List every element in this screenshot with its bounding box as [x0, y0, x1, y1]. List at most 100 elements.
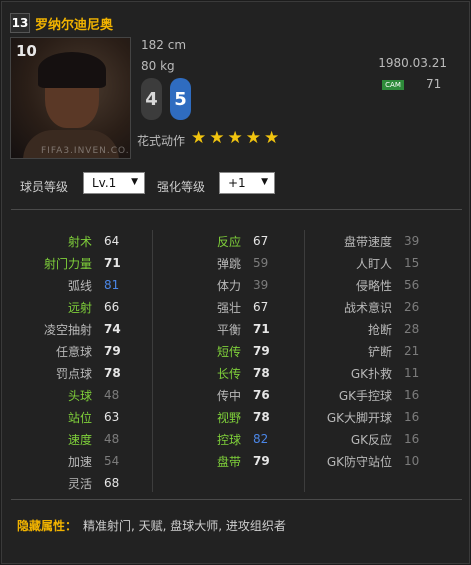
weak-foot-icon: 4: [141, 78, 162, 120]
stat-value: 78: [253, 410, 270, 424]
stat-label: 弧线: [67, 278, 92, 293]
stat-value: 79: [104, 344, 121, 358]
stats-column-defense: 盘带速度 39 人盯人 15 侵略性 56 战术意识 26 抢断 28 铲断 21 GK扑救 11 GK手控…: [312, 230, 432, 472]
hidden-attributes: 隐藏属性： 精准射门, 天赋, 盘球大师, 进攻组织者: [17, 517, 286, 534]
stat-label: 长传: [216, 366, 241, 381]
stat-row: GK大脚开球 16: [312, 406, 432, 428]
column-divider: [152, 230, 153, 492]
photo-watermark: FIFA3.INVEN.CO.KR: [41, 146, 130, 156]
stat-value: 82: [253, 432, 269, 446]
stat-label: 盘带: [216, 454, 241, 469]
stat-row: 远射 66: [14, 296, 134, 318]
stat-row: 短传 79: [183, 340, 283, 362]
stat-label: GK手控球: [338, 388, 392, 403]
stat-row: 射门力量 71: [14, 252, 134, 274]
stat-label: 加速: [67, 454, 92, 469]
player-birthdate: 1980.03.21: [378, 56, 447, 70]
skill-moves-stars: ★ ★ ★ ★ ★: [191, 128, 279, 148]
stat-value: 68: [104, 476, 120, 490]
player-weight: 80 kg: [141, 59, 175, 73]
photo-hair: [38, 52, 106, 88]
stat-value: 28: [404, 322, 420, 336]
stat-value: 64: [104, 234, 120, 248]
stat-row: 灵活 68: [14, 472, 134, 494]
star-icon: ★: [191, 128, 207, 148]
stat-row: 体力 39: [183, 274, 283, 296]
stat-value: 39: [253, 278, 269, 292]
stat-value: 26: [404, 300, 420, 314]
stat-row: 弧线 81: [14, 274, 134, 296]
chevron-down-icon: ▼: [131, 177, 138, 187]
stat-row: 盘带速度 39: [312, 230, 432, 252]
stat-row: 铲断 21: [312, 340, 432, 362]
stat-row: 反应 67: [183, 230, 283, 252]
stat-value: 71: [104, 256, 121, 270]
stat-label: 弹跳: [216, 256, 241, 271]
stat-label: 侵略性: [355, 278, 392, 293]
stat-value: 71: [253, 322, 270, 336]
stat-label: 体力: [216, 278, 241, 293]
stat-value: 74: [104, 322, 121, 336]
player-level-select[interactable]: Lv.1 ▼: [83, 172, 145, 194]
stat-row: GK手控球 16: [312, 384, 432, 406]
stat-label: 抢断: [367, 322, 392, 337]
stat-label: 控球: [216, 432, 241, 447]
stat-row: 侵略性 56: [312, 274, 432, 296]
stat-label: 铲断: [367, 344, 392, 359]
stat-row: 平衡 71: [183, 318, 283, 340]
stat-label: 射门力量: [43, 256, 92, 271]
stat-row: 传中 76: [183, 384, 283, 406]
stat-label: 站位: [67, 410, 92, 425]
stat-row: GK反应 16: [312, 428, 432, 450]
stat-row: 弹跳 59: [183, 252, 283, 274]
stat-row: 头球 48: [14, 384, 134, 406]
stat-value: 15: [404, 256, 420, 270]
stat-value: 79: [253, 454, 270, 468]
stat-value: 11: [404, 366, 420, 380]
stat-row: 强壮 67: [183, 296, 283, 318]
stat-value: 54: [104, 454, 120, 468]
stat-row: GK扑救 11: [312, 362, 432, 384]
stat-label: 人盯人: [355, 256, 392, 271]
stat-value: 48: [104, 388, 120, 402]
chevron-down-icon: ▼: [261, 177, 268, 187]
position-ovr: 71: [426, 77, 442, 91]
stat-row: 长传 78: [183, 362, 283, 384]
stat-row: 抢断 28: [312, 318, 432, 340]
player-card: 13 罗纳尔迪尼奥 10 FIFA3.INVEN.CO.KR 182 cm 80…: [1, 1, 470, 564]
stat-value: 67: [253, 234, 269, 248]
stat-label: GK防守站位: [326, 454, 392, 469]
enhance-level-value: +1: [228, 176, 246, 190]
star-icon: ★: [227, 128, 243, 148]
stat-row: 控球 82: [183, 428, 283, 450]
stat-row: 人盯人 15: [312, 252, 432, 274]
hidden-attributes-value: 精准射门, 天赋, 盘球大师, 进攻组织者: [83, 519, 286, 533]
stat-value: 78: [104, 366, 121, 380]
star-icon: ★: [209, 128, 225, 148]
stat-label: 反应: [216, 234, 241, 249]
stat-value: 67: [253, 300, 269, 314]
stat-row: 射术 64: [14, 230, 134, 252]
strong-foot-icon: 5: [170, 78, 191, 120]
enhance-level-label: 强化等级: [157, 180, 206, 194]
stat-value: 48: [104, 432, 120, 446]
stat-row: 凌空抽射 74: [14, 318, 134, 340]
stat-value: 39: [404, 234, 420, 248]
star-icon: ★: [245, 128, 261, 148]
stat-row: 加速 54: [14, 450, 134, 472]
stat-value: 79: [253, 344, 270, 358]
stat-label: 平衡: [216, 322, 241, 337]
stats-column-skill: 反应 67 弹跳 59 体力 39 强壮 67 平衡 71 短传 79 长传 78 传中 76 视野 78 控球 82…: [183, 230, 283, 472]
stat-label: 强壮: [216, 300, 241, 315]
star-icon: ★: [264, 128, 280, 148]
stat-value: 76: [253, 388, 270, 402]
stat-label: 速度: [67, 432, 92, 447]
stat-value: 78: [253, 366, 270, 380]
stat-value: 81: [104, 278, 120, 292]
position-badge: CAM: [382, 80, 404, 90]
skill-moves-label: 花式动作: [137, 134, 186, 148]
enhance-level-select[interactable]: +1 ▼: [219, 172, 275, 194]
column-divider: [304, 230, 305, 492]
stat-value: 21: [404, 344, 420, 358]
stat-row: 速度 48: [14, 428, 134, 450]
